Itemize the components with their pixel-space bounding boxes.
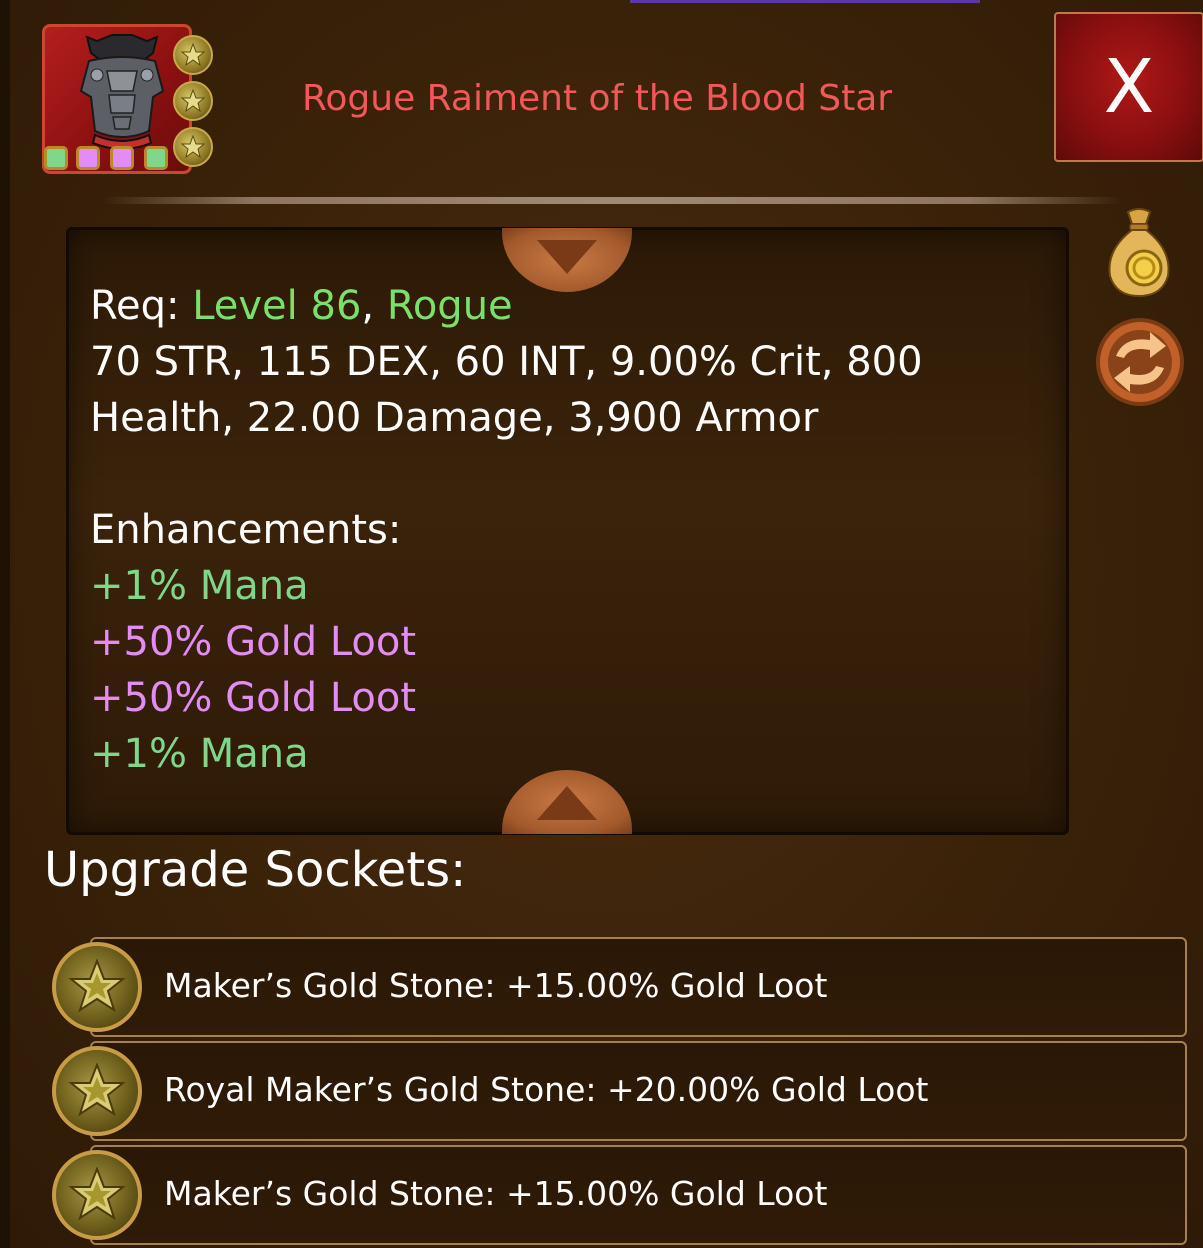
gold-bag-icon — [1108, 208, 1170, 298]
enhancement-gem-4 — [144, 146, 168, 170]
top-rim — [630, 0, 980, 3]
star-badge-icon — [173, 127, 213, 167]
req-class: Rogue — [386, 283, 513, 329]
upgrade-sockets-title: Upgrade Sockets: — [44, 842, 467, 898]
swap-arrows-icon — [1096, 318, 1184, 406]
sell-button[interactable] — [1102, 206, 1176, 298]
divider — [102, 197, 1122, 204]
close-button[interactable]: X — [1054, 12, 1203, 162]
socket-text: Maker’s Gold Stone: +15.00% Gold Loot — [164, 1174, 828, 1213]
enhancement-item: +50% Gold Loot — [90, 619, 417, 665]
item-title: Rogue Raiment of the Blood Star — [302, 78, 893, 119]
enhancement-gem-3 — [110, 146, 134, 170]
stats-line: 70 STR, 115 DEX, 60 INT, 9.00% Crit, 800 — [90, 339, 923, 385]
socket-text: Maker’s Gold Stone: +15.00% Gold Loot — [164, 966, 828, 1005]
star-icon — [180, 134, 206, 159]
requirement-line: Req: Level 86, Rogue — [90, 278, 1050, 334]
req-level: Level 86 — [192, 283, 362, 329]
enhancements-label: Enhancements: — [90, 507, 402, 553]
star-badge-icon — [173, 35, 213, 75]
star-icon — [180, 42, 206, 67]
star-badge-icon — [173, 81, 213, 121]
enhancement-item: +1% Mana — [90, 563, 309, 609]
arrow-down-icon — [537, 240, 597, 274]
item-detail-panel: Rogue Raiment of the Blood Star X Req: L… — [0, 0, 1203, 1248]
rogue-armor-icon — [79, 34, 165, 150]
gold-stone-icon — [52, 1150, 142, 1240]
swap-button[interactable] — [1094, 316, 1186, 408]
enhancement-gem-2 — [76, 146, 100, 170]
arrow-up-icon — [537, 786, 597, 820]
socket-text: Royal Maker’s Gold Stone: +20.00% Gold L… — [164, 1070, 929, 1109]
star-icon — [180, 88, 206, 113]
gold-stone-icon — [52, 1046, 142, 1136]
description-text: Req: Level 86, Rogue 70 STR, 115 DEX, 60… — [90, 278, 1050, 782]
req-separator: , — [361, 283, 387, 329]
enhancement-gem-1 — [44, 146, 68, 170]
enhancement-item: +50% Gold Loot — [90, 675, 417, 721]
stats-line: Health, 22.00 Damage, 3,900 Armor — [90, 395, 819, 441]
req-label: Req: — [90, 283, 193, 329]
gold-stone-icon — [52, 942, 142, 1032]
